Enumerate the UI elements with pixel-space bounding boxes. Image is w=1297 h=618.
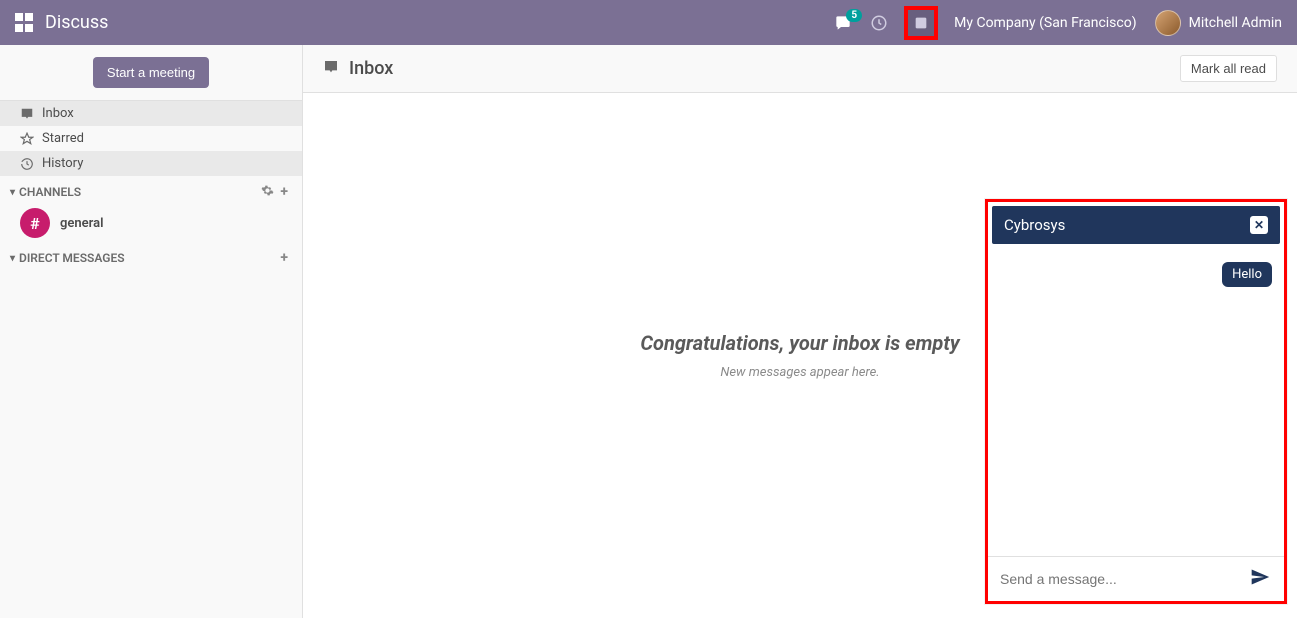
page-title: Inbox [349,58,1180,79]
chevron-down-icon: ▾ [10,253,15,264]
start-meeting-button[interactable]: Start a meeting [93,57,209,88]
channels-header[interactable]: ▾ CHANNELS + [0,176,302,204]
cybrosys-icon[interactable] [906,8,936,38]
nav-history[interactable]: History [0,151,302,176]
close-icon[interactable]: ✕ [1250,216,1268,234]
user-name: Mitchell Admin [1189,15,1282,31]
plus-icon[interactable]: + [280,184,288,200]
app-title: Discuss [45,12,108,33]
chat-header[interactable]: Cybrosys ✕ [992,206,1280,244]
main-header: Inbox Mark all read [303,45,1297,93]
topbar: Discuss 5 My Company (San Francisco) Mit… [0,0,1297,45]
apps-icon[interactable] [15,13,35,33]
activities-icon[interactable] [870,14,888,32]
inbox-icon [20,107,34,121]
messages-icon[interactable]: 5 [834,15,852,31]
chat-window: Cybrosys ✕ Hello [985,199,1287,604]
gear-icon[interactable] [261,184,274,200]
nav-inbox[interactable]: Inbox [0,101,302,126]
user-menu[interactable]: Mitchell Admin [1155,10,1282,36]
channel-name: general [60,216,103,231]
avatar [1155,10,1181,36]
nav-list: Inbox Starred History [0,101,302,176]
sidebar: Start a meeting Inbox Starred History [0,45,303,618]
empty-subtext: New messages appear here. [720,365,879,380]
chat-message: Hello [1222,262,1272,287]
nav-label: Starred [42,131,84,146]
empty-heading: Congratulations, your inbox is empty [640,331,959,355]
mark-all-read-button[interactable]: Mark all read [1180,55,1277,82]
chevron-down-icon: ▾ [10,187,15,198]
channel-general[interactable]: # general [0,204,302,242]
chat-input-row [988,556,1284,601]
send-icon[interactable] [1248,567,1272,591]
nav-starred[interactable]: Starred [0,126,302,151]
messages-badge: 5 [846,9,862,22]
star-icon [20,132,34,146]
chat-body: Hello [988,248,1284,556]
chat-input[interactable] [1000,571,1248,587]
hash-icon: # [20,208,50,238]
nav-label: History [42,156,83,171]
history-icon [20,157,34,171]
inbox-icon [323,59,339,79]
dm-header[interactable]: ▾ DIRECT MESSAGES + [0,242,302,270]
plus-icon[interactable]: + [280,250,288,266]
company-selector[interactable]: My Company (San Francisco) [954,15,1136,31]
chat-title: Cybrosys [1004,216,1065,234]
nav-label: Inbox [42,106,74,121]
